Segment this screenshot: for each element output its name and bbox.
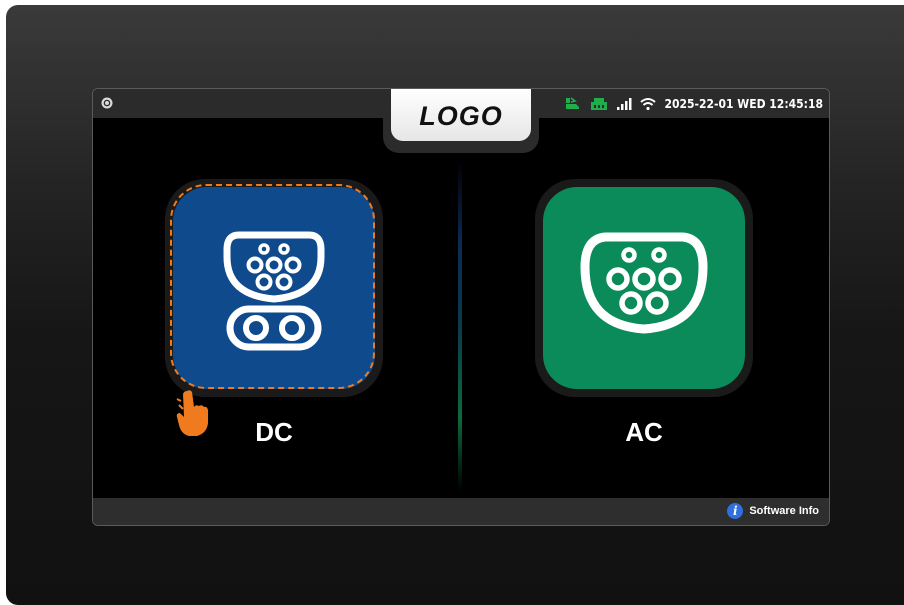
network-status-icon [591, 97, 608, 110]
display-screen: 2025-22-01 WED 12:45:18 LOGO DC AC i Sof… [92, 88, 830, 526]
software-info-label: Software Info [749, 505, 819, 517]
charger-status-icon [566, 96, 580, 109]
center-divider [458, 161, 462, 491]
status-indicators: 2025-22-01 WED 12:45:18 [564, 89, 823, 118]
wifi-icon [640, 97, 657, 110]
ac-label[interactable]: AC [584, 417, 704, 448]
logo-tab: LOGO [383, 89, 539, 153]
footer-bar: i Software Info [93, 498, 829, 525]
logo-text: LOGO [419, 100, 503, 131]
software-info-button[interactable]: i Software Info [727, 503, 819, 519]
logo-badge: LOGO [391, 89, 531, 141]
dc-label[interactable]: DC [214, 417, 334, 448]
signal-bars-icon [617, 97, 632, 110]
type2-connector-icon [580, 232, 708, 334]
settings-icon[interactable] [101, 97, 113, 109]
info-icon: i [727, 503, 744, 519]
dc-charge-option[interactable] [165, 179, 383, 397]
datetime-display: 2025-22-01 WED 12:45:18 [664, 96, 823, 111]
ac-tile [543, 187, 745, 389]
selection-outline [170, 184, 375, 389]
pointing-hand-icon [176, 390, 208, 436]
ac-charge-option[interactable] [535, 179, 753, 397]
